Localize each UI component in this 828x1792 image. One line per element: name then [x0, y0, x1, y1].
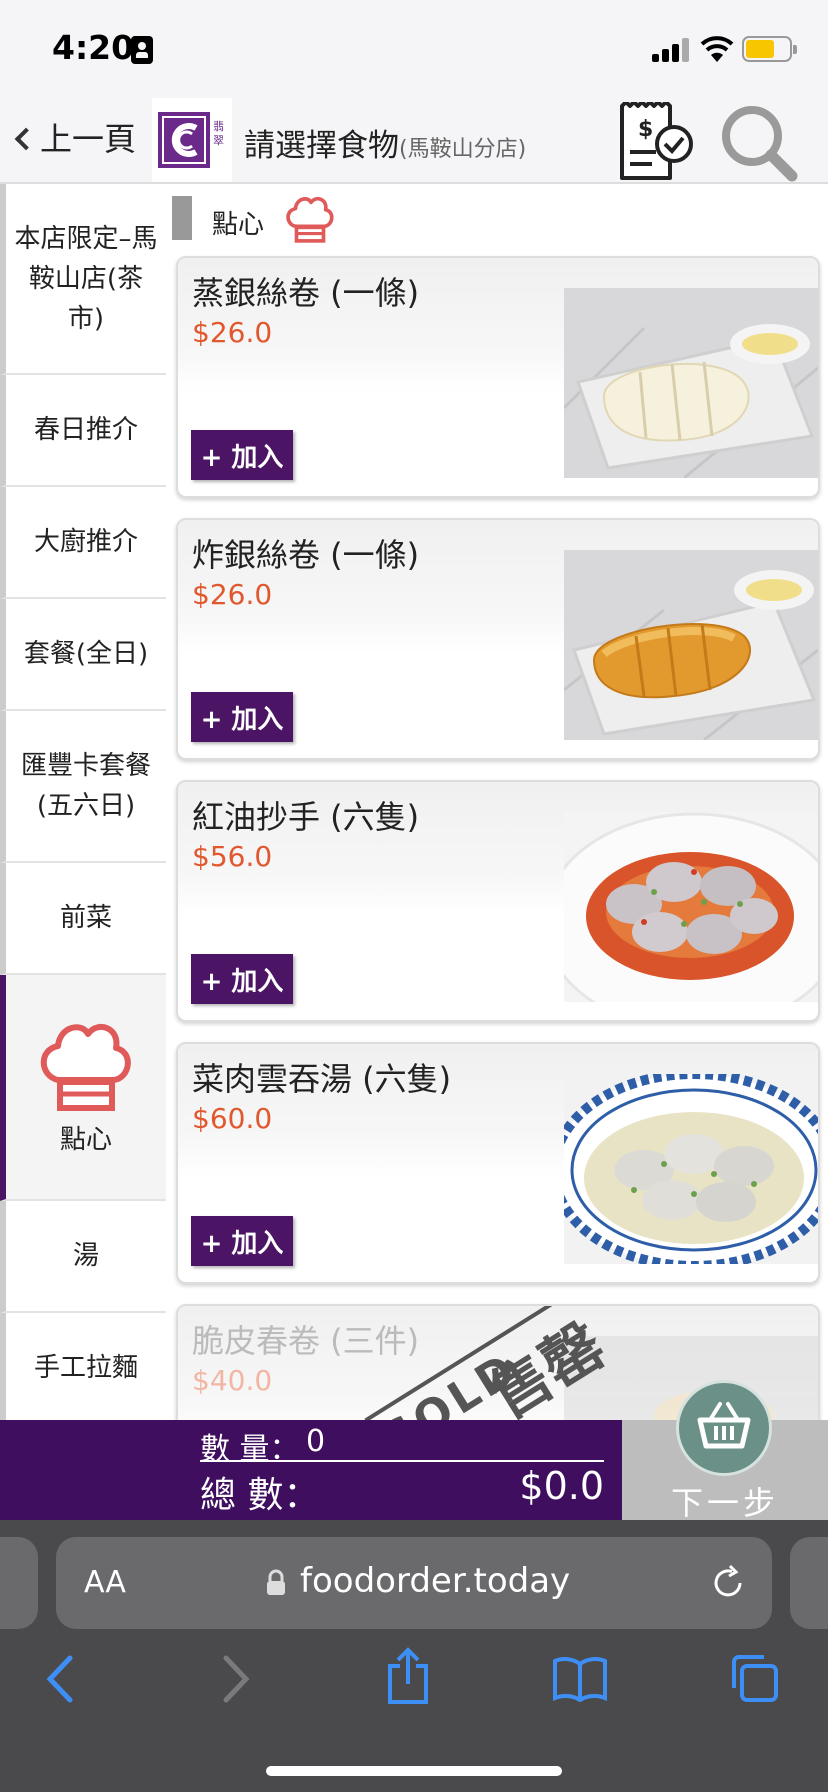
menu-item-card[interactable]: 紅油抄手 (六隻) $56.0 + 加入	[176, 780, 820, 1022]
sidebar-item-hsbc-set[interactable]: 匯豐卡套餐(五六日)	[0, 711, 166, 863]
sidebar-item-dim-sum[interactable]: 點心	[0, 975, 166, 1201]
battery-icon	[742, 36, 797, 62]
next-step-label: 下一步	[670, 1484, 779, 1522]
reload-icon[interactable]	[708, 1563, 748, 1603]
add-to-cart-button[interactable]: + 加入	[191, 954, 293, 1004]
menu-item-card[interactable]: 蒸銀絲卷 (一條) $26.0 + 加入	[176, 256, 820, 498]
restaurant-logo: 翡 翠	[152, 98, 232, 182]
back-nav-icon[interactable]	[40, 1654, 80, 1704]
branch-name: (馬鞍山分店)	[399, 137, 527, 162]
item-price: $56.0	[192, 840, 273, 873]
totals-divider	[200, 1460, 604, 1462]
cart-summary-bar: 數 量： 0 總 數： $0.0 下一步	[0, 1380, 828, 1522]
logo-char-1: 翡	[213, 120, 224, 133]
sidebar-item-label: 手工拉麵	[33, 1353, 138, 1383]
total-value: $0.0	[519, 1464, 604, 1508]
app-header: 上一頁 翡 翠 請選擇食物(馬鞍山分店) $	[0, 98, 828, 184]
sidebar-item-label: 春日推介	[33, 415, 138, 445]
page-title: 請選擇食物(馬鞍山分店)	[244, 128, 527, 164]
cellular-signal-icon	[652, 38, 690, 62]
sidebar-item-set-meal[interactable]: 套餐(全日)	[0, 599, 166, 711]
forward-nav-icon[interactable]	[216, 1654, 256, 1704]
item-name: 紅油抄手 (六隻)	[192, 798, 420, 836]
item-name: 炸銀絲卷 (一條)	[192, 536, 420, 574]
bookmarks-icon[interactable]	[552, 1654, 608, 1703]
share-icon[interactable]	[384, 1646, 432, 1706]
tabs-icon[interactable]	[728, 1652, 780, 1704]
sidebar-item-label: 湯	[72, 1241, 99, 1271]
sidebar-item-ma-on-shan-limited[interactable]: 本店限定–馬鞍山店(茶市)	[0, 184, 166, 375]
back-label: 上一頁	[40, 120, 137, 158]
id-card-icon	[131, 36, 153, 64]
category-sidebar: 本店限定–馬鞍山店(茶市) 春日推介 大廚推介 套餐(全日) 匯豐卡套餐(五六日…	[0, 184, 166, 1420]
quantity-value: 0	[306, 1424, 326, 1459]
prev-tab-peek	[0, 1537, 38, 1629]
sidebar-item-chef-recommend[interactable]: 大廚推介	[0, 487, 166, 599]
sidebar-item-label: 大廚推介	[33, 527, 138, 557]
chef-hat-icon	[284, 192, 336, 244]
url-text: foodorder.today	[300, 1561, 571, 1601]
cart-totals: 數 量： 0 總 數： $0.0	[0, 1420, 622, 1520]
sidebar-item-spring-recommend[interactable]: 春日推介	[0, 375, 166, 487]
basket-icon	[676, 1380, 772, 1476]
sidebar-item-hand-pulled-noodles[interactable]: 手工拉麵	[0, 1313, 166, 1420]
back-button[interactable]: 上一頁	[14, 114, 137, 160]
text-size-button[interactable]: AA	[84, 1565, 126, 1600]
item-name: 蒸銀絲卷 (一條)	[192, 274, 420, 312]
next-step-button[interactable]: 下一步	[622, 1380, 828, 1522]
add-to-cart-button[interactable]: + 加入	[191, 430, 293, 480]
browser-toolbar: AA foodorder.today	[0, 1520, 828, 1792]
lock-icon	[266, 1569, 286, 1595]
sidebar-item-label: 本店限定–馬鞍山店(茶市)	[14, 223, 158, 334]
total-label: 總 數：	[200, 1475, 320, 1516]
section-header: 點心	[172, 196, 822, 244]
food-photo-fried-bun	[564, 550, 818, 740]
sidebar-item-soup[interactable]: 湯	[0, 1201, 166, 1313]
chevron-left-icon	[14, 127, 38, 151]
add-to-cart-button[interactable]: + 加入	[191, 1216, 293, 1266]
sidebar-item-label: 前菜	[59, 903, 112, 933]
sidebar-item-label: 套餐(全日)	[23, 639, 149, 669]
wifi-icon	[700, 36, 734, 62]
item-price: $26.0	[192, 316, 273, 349]
sidebar-item-appetizer[interactable]: 前菜	[0, 863, 166, 975]
receipt-check-icon[interactable]: $	[616, 100, 696, 182]
next-tab-peek	[790, 1537, 828, 1629]
item-name: 脆皮春卷 (三件)	[192, 1322, 420, 1360]
status-bar: 4:20	[0, 0, 828, 98]
chef-hat-icon	[36, 1014, 136, 1114]
sidebar-item-label: 匯豐卡套餐(五六日)	[20, 751, 151, 821]
item-price: $60.0	[192, 1102, 273, 1135]
add-to-cart-button[interactable]: + 加入	[191, 692, 293, 742]
item-price: $40.0	[192, 1364, 273, 1397]
food-photo-wonton-soup	[564, 1074, 818, 1264]
section-title: 點心	[212, 210, 265, 240]
address-bar[interactable]: AA foodorder.today	[56, 1537, 772, 1629]
food-photo-steamed-bun	[564, 288, 818, 478]
logo-char-2: 翠	[213, 134, 224, 147]
item-price: $26.0	[192, 578, 273, 611]
search-icon[interactable]	[716, 102, 800, 182]
svg-text:$: $	[638, 117, 653, 142]
menu-item-card[interactable]: 炸銀絲卷 (一條) $26.0 + 加入	[176, 518, 820, 760]
food-photo-chili-wontons	[564, 812, 818, 1002]
section-marker	[172, 196, 192, 240]
status-time: 4:20	[52, 28, 135, 67]
home-indicator	[266, 1766, 562, 1776]
item-name: 菜肉雲吞湯 (六隻)	[192, 1060, 452, 1098]
sidebar-item-label: 點心	[59, 1125, 112, 1155]
menu-item-card[interactable]: 菜肉雲吞湯 (六隻) $60.0 + 加入	[176, 1042, 820, 1284]
